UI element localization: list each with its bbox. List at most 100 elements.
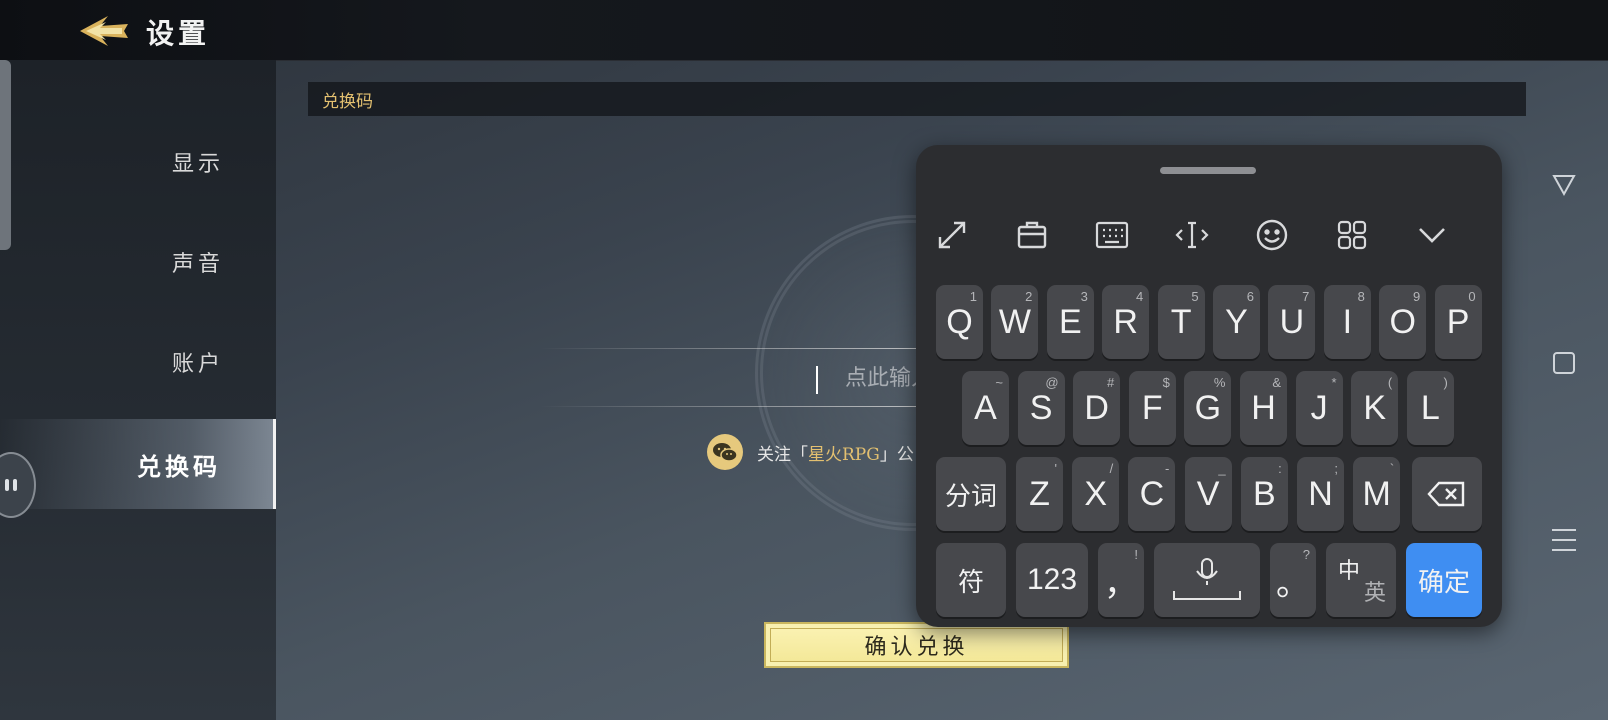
key-secondary-label: 5 [1191, 289, 1199, 304]
key-w[interactable]: W2 [991, 285, 1039, 359]
number-key[interactable]: 123 [1016, 543, 1088, 617]
key-label: L [1420, 388, 1440, 427]
comma-key-label: ， [1104, 564, 1138, 603]
key-secondary-label: ) [1443, 375, 1448, 390]
key-label: O [1389, 302, 1416, 341]
key-l[interactable]: L) [1406, 371, 1454, 445]
key-secondary-label: ; [1334, 461, 1338, 476]
sidebar-item-redeem-code[interactable]: 兑换码 [0, 419, 276, 509]
confirm-redeem-button[interactable]: 确认兑换 [764, 622, 1069, 668]
collapse-keyboard-icon[interactable] [1410, 213, 1454, 257]
key-secondary-label: 6 [1246, 289, 1254, 304]
key-k[interactable]: K( [1351, 371, 1399, 445]
pause-bar-icon [13, 479, 17, 491]
sidebar-item-account[interactable]: 账户 [0, 317, 276, 407]
key-label: K [1363, 388, 1387, 427]
key-secondary-label: 4 [1135, 289, 1144, 304]
back-triangle-icon[interactable] [1546, 166, 1582, 202]
key-secondary-label: 3 [1080, 289, 1088, 304]
key-label: H [1251, 388, 1276, 427]
emoji-icon[interactable] [1250, 213, 1294, 257]
key-o[interactable]: O9 [1379, 285, 1427, 359]
key-label: V [1196, 474, 1220, 513]
home-square-icon[interactable] [1546, 345, 1582, 381]
cursor-move-icon[interactable] [1170, 213, 1214, 257]
key-secondary-label: 7 [1302, 289, 1310, 304]
segment-key[interactable]: 分词 [936, 457, 1006, 531]
key-secondary-label: ~ [995, 375, 1003, 390]
key-secondary-label: ( [1387, 375, 1393, 390]
key-v[interactable]: V _ [1184, 457, 1232, 531]
key-secondary-label: : [1278, 461, 1282, 476]
key-b[interactable]: B: [1240, 457, 1288, 531]
comma-key[interactable]: ， ! [1098, 543, 1144, 617]
period-key-label: 。 [1276, 564, 1310, 603]
key-secondary-label: % [1213, 375, 1226, 390]
key-c[interactable]: C- [1128, 457, 1176, 531]
key-y[interactable]: Y6 [1213, 285, 1260, 359]
symbol-key[interactable]: 符 [936, 543, 1006, 617]
key-x[interactable]: X / [1072, 457, 1120, 531]
wechat-text-prefix: 关注「 [757, 444, 808, 465]
key-label: G [1194, 388, 1222, 427]
key-g[interactable]: G% [1184, 371, 1232, 445]
key-secondary-label: 8 [1357, 289, 1365, 304]
key-label: N [1308, 474, 1333, 513]
page-title: 设置 [146, 17, 211, 50]
key-s[interactable]: S @ [1017, 371, 1065, 445]
comma-key-sub: ! [1134, 547, 1138, 562]
key-j[interactable]: J * [1295, 371, 1343, 445]
key-secondary-label: # [1106, 375, 1115, 390]
key-secondary-label: ` [1389, 461, 1395, 476]
key-label: U [1279, 302, 1305, 341]
expand-icon[interactable] [930, 213, 974, 257]
grid-icon[interactable] [1330, 213, 1374, 257]
key-r[interactable]: R4 [1102, 285, 1150, 359]
key-u[interactable]: U7 [1268, 285, 1316, 359]
language-toggle-key[interactable]: 中 英 [1326, 543, 1396, 617]
key-h[interactable]: H & [1240, 371, 1287, 445]
keyboard-drag-handle[interactable] [1160, 167, 1256, 174]
section-title: 兑换码 [308, 82, 1526, 116]
key-n[interactable]: N; [1297, 457, 1344, 531]
key-t[interactable]: T5 [1157, 285, 1205, 359]
backspace-key[interactable] [1412, 457, 1482, 531]
key-label: Q [946, 302, 973, 341]
key-d[interactable]: D # [1073, 371, 1121, 445]
clipboard-icon[interactable] [1010, 213, 1054, 257]
key-z[interactable]: Z ' [1016, 457, 1063, 531]
key-p[interactable]: P0 [1434, 285, 1482, 359]
key-label: W [998, 302, 1031, 341]
key-a[interactable]: A ~ [962, 371, 1009, 445]
lang-primary-label: 中 [1338, 558, 1361, 583]
key-secondary-label: _ [1218, 461, 1226, 476]
soft-keyboard: Q1W2E3R4T5Y6U7I8O9P0 A ~ S @ D # F $ G% H & J * K(L) … [916, 145, 1502, 627]
key-label: F [1141, 388, 1163, 427]
key-label: A [974, 388, 997, 427]
key-i[interactable]: I8 [1323, 285, 1371, 359]
key-label: D [1084, 388, 1109, 427]
key-label: P [1446, 302, 1470, 341]
enter-confirm-key[interactable]: 确定 [1406, 543, 1482, 617]
sidebar-item-sound[interactable]: 声音 [0, 217, 276, 307]
sidebar-item-display[interactable]: 显示 [0, 117, 276, 207]
keyboard-icon[interactable] [1090, 213, 1134, 257]
key-label: J [1310, 388, 1328, 427]
key-label: I [1342, 302, 1353, 341]
backspace-icon [1427, 481, 1465, 507]
top-bar: 设置 [0, 0, 1608, 61]
key-e[interactable]: E3 [1046, 285, 1094, 359]
menu-lines-icon[interactable] [1546, 522, 1582, 558]
key-secondary-label: & [1272, 375, 1281, 390]
key-label: X [1084, 474, 1108, 513]
key-m[interactable]: M ` [1353, 457, 1401, 531]
key-label: Z [1029, 474, 1050, 513]
space-key[interactable] [1154, 543, 1260, 617]
key-label: M [1362, 474, 1391, 513]
key-label: E [1058, 302, 1082, 341]
key-f[interactable]: F $ [1128, 371, 1176, 445]
key-label: Y [1225, 302, 1248, 341]
key-q[interactable]: Q1 [936, 285, 983, 359]
period-key[interactable]: 。 ? [1270, 543, 1316, 617]
back-arrow-icon[interactable] [78, 14, 130, 48]
